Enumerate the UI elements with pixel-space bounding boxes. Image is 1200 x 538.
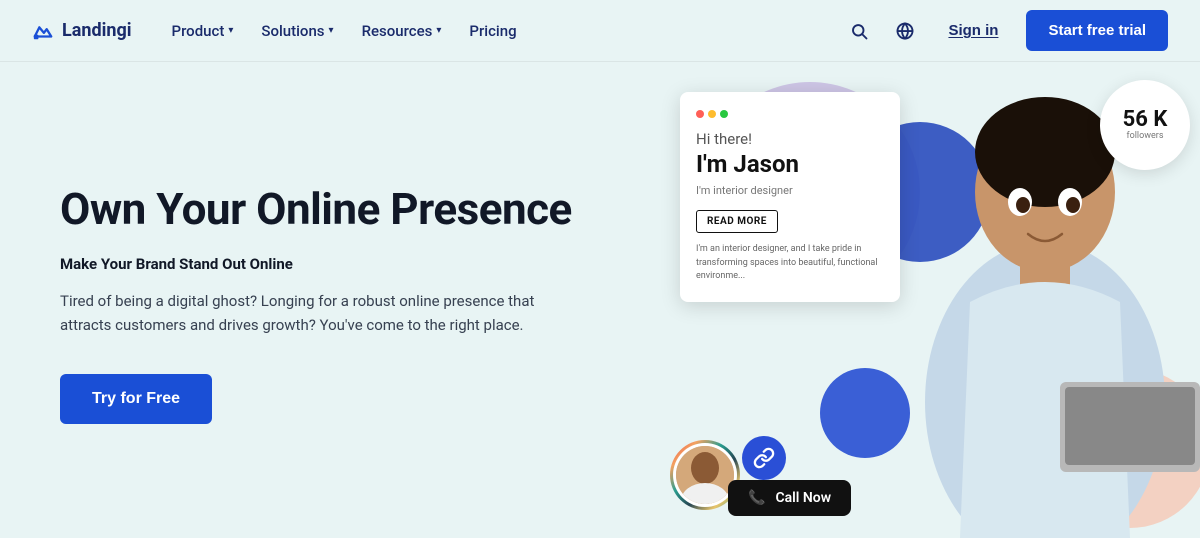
dot-yellow	[708, 110, 716, 118]
start-trial-button[interactable]: Start free trial	[1026, 10, 1168, 51]
lp-greeting: Hi there!	[696, 130, 884, 148]
chevron-down-icon: ▾	[329, 25, 334, 36]
window-dots	[696, 110, 884, 118]
profile-avatar	[676, 446, 734, 504]
hero-subtitle: Make Your Brand Stand Out Online	[60, 255, 600, 273]
follower-badge: 56 K followers	[1100, 80, 1190, 170]
call-now-label: Call Now	[775, 490, 831, 506]
nav-item-resources[interactable]: Resources ▾	[350, 14, 454, 48]
follower-count: 56 K	[1123, 109, 1168, 131]
profile-inner	[676, 446, 734, 504]
search-icon	[850, 22, 868, 40]
dot-red	[696, 110, 704, 118]
nav-items: Product ▾ Solutions ▾ Resources ▾ Pricin…	[160, 14, 845, 48]
hero-left: Own Your Online Presence Make Your Brand…	[0, 62, 660, 538]
lp-role: I'm interior designer	[696, 184, 884, 197]
call-now-badge[interactable]: 📞 Call Now	[728, 480, 851, 516]
hero-title: Own Your Online Presence	[60, 184, 600, 235]
globe-button[interactable]	[890, 16, 920, 46]
lp-card: Hi there! I'm Jason I'm interior designe…	[680, 92, 900, 302]
hero-right: 56 K followers Hi there! I'm Jason I'm i…	[660, 62, 1200, 538]
lp-body-text: I'm an interior designer, and I take pri…	[696, 243, 884, 284]
logo[interactable]: Landingi	[32, 20, 132, 42]
lp-read-more-btn[interactable]: READ MORE	[696, 210, 778, 233]
globe-icon	[896, 22, 914, 40]
nav-item-pricing[interactable]: Pricing	[457, 14, 528, 48]
follower-label: followers	[1126, 131, 1163, 141]
chevron-down-icon: ▾	[228, 25, 233, 36]
try-free-button[interactable]: Try for Free	[60, 374, 212, 424]
nav-right: Sign in Start free trial	[844, 10, 1168, 51]
link-circle[interactable]	[742, 436, 786, 480]
logo-text: Landingi	[62, 20, 132, 41]
logo-icon	[32, 20, 54, 42]
dot-green	[720, 110, 728, 118]
phone-icon: 📞	[748, 490, 765, 506]
signin-button[interactable]: Sign in	[936, 14, 1010, 47]
nav-item-solutions[interactable]: Solutions ▾	[249, 14, 345, 48]
lp-name: I'm Jason	[696, 150, 884, 178]
search-button[interactable]	[844, 16, 874, 46]
chevron-down-icon: ▾	[436, 25, 441, 36]
navbar: Landingi Product ▾ Solutions ▾ Resources…	[0, 0, 1200, 62]
nav-item-product[interactable]: Product ▾	[160, 14, 246, 48]
hero-section: Own Your Online Presence Make Your Brand…	[0, 62, 1200, 538]
link-icon	[753, 447, 775, 469]
hero-body: Tired of being a digital ghost? Longing …	[60, 289, 540, 339]
